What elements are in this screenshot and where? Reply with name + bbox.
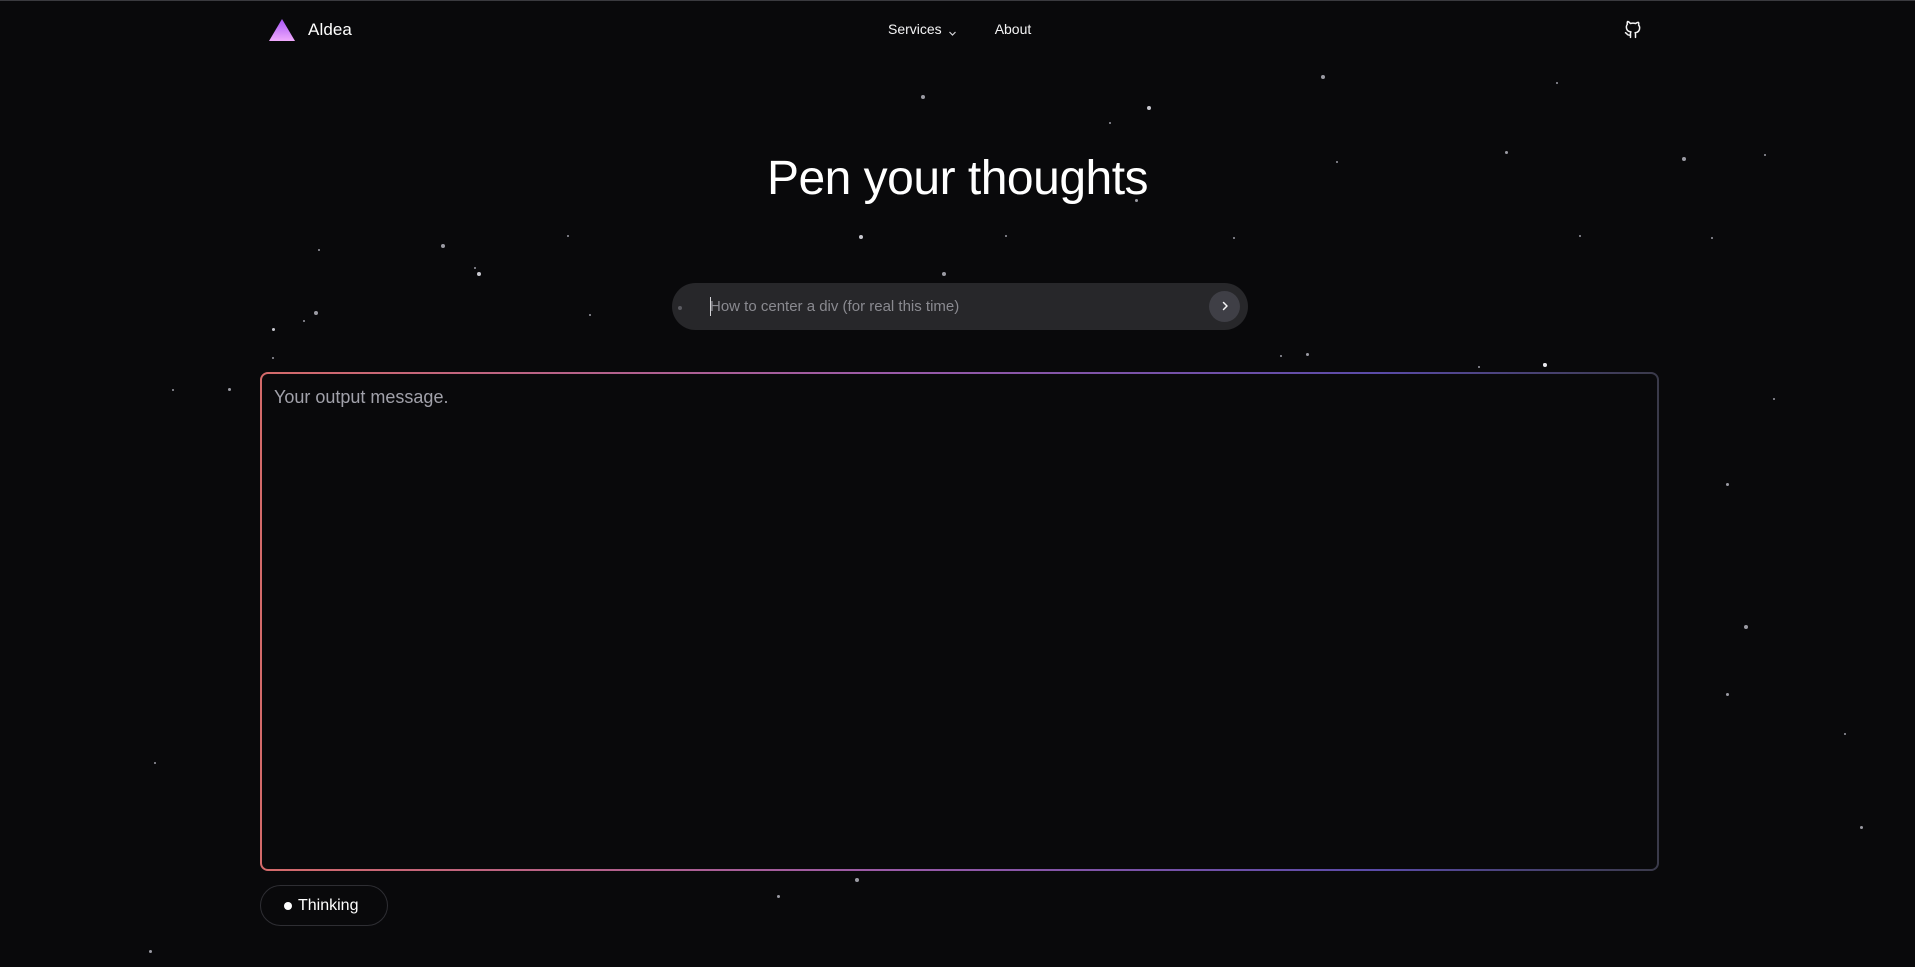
output-panel: Your output message. (260, 372, 1659, 871)
chevron-right-icon (1220, 298, 1230, 316)
nav-services-label: Services (888, 21, 942, 37)
app-page: Aldea Services About Pen your thoughts H… (0, 0, 1915, 967)
output-placeholder: Your output message. (274, 387, 449, 407)
nav-about-label: About (994, 21, 1032, 37)
text-caret (710, 297, 711, 316)
status-dot-icon (284, 901, 292, 910)
top-navbar: Aldea Services About (0, 1, 1915, 59)
send-button[interactable] (1209, 291, 1240, 322)
main-nav: Services About (888, 21, 1031, 37)
nav-about-link[interactable]: About (995, 21, 1032, 37)
chevron-down-icon (948, 25, 957, 36)
triangle-logo-icon (268, 18, 296, 42)
prompt-bar (672, 283, 1248, 330)
prompt-input[interactable] (710, 283, 1170, 330)
prompt-indicator-dot (678, 306, 682, 310)
brand-name: Aldea (308, 20, 352, 39)
thinking-toggle[interactable]: Thinking (260, 885, 388, 926)
page-title: Pen your thoughts (766, 152, 1149, 205)
output-message-area[interactable]: Your output message. (262, 374, 1657, 869)
thinking-label: Thinking (298, 896, 359, 914)
github-icon[interactable] (1623, 19, 1643, 39)
brand-home-link[interactable]: Aldea (268, 18, 352, 42)
nav-services-dropdown[interactable]: Services (888, 21, 957, 37)
